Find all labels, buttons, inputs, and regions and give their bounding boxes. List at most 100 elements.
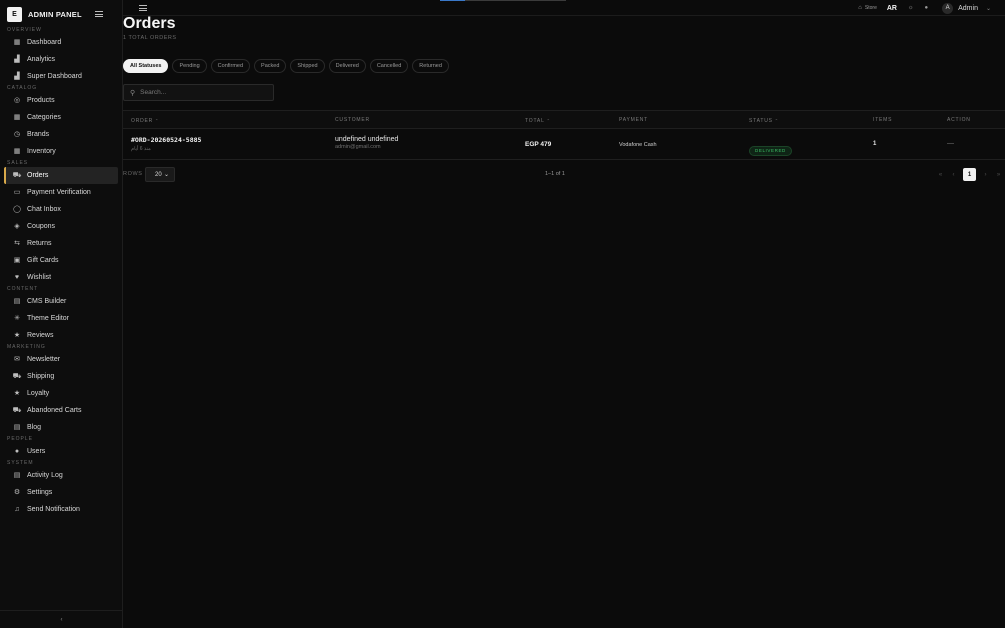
filter-chip-shipped[interactable]: Shipped <box>290 59 325 73</box>
row-action-button[interactable]: — <box>947 140 954 147</box>
column-header-order[interactable]: ORDER ⌃ <box>131 111 159 130</box>
gift-icon: ▣ <box>13 257 21 264</box>
filter-chip-delivered[interactable]: Delivered <box>328 59 366 73</box>
sort-icon: ⌃ <box>153 118 160 123</box>
bell-icon: ♫ <box>14 506 20 513</box>
sidebar-item-users[interactable]: ● Users <box>4 443 118 460</box>
sidebar: E ADMIN PANEL OVERVIEW ▦ Dashboard ▟ Analyti… <box>0 0 123 628</box>
column-header-status[interactable]: STATUS ⌃ <box>749 111 779 130</box>
next-page-icon[interactable]: › <box>979 172 992 178</box>
last-page-icon[interactable]: » <box>992 172 1005 178</box>
sidebar-item-loyalty[interactable]: ★ Loyalty <box>4 385 118 402</box>
sidebar-item-dashboard[interactable]: ▦ Dashboard <box>4 34 118 51</box>
filter-chip-confirmed[interactable]: Confirmed <box>210 59 251 73</box>
sidebar-item-blog[interactable]: ▤ Blog <box>4 419 118 436</box>
sidebar-item-payment-verification[interactable]: ▭ Payment Verification <box>4 184 118 201</box>
sidebar-item-label: Super Dashboard <box>27 73 82 80</box>
filter-chip-packed[interactable]: Packed <box>254 59 287 73</box>
sidebar-item-coupons[interactable]: ◈ Coupons <box>4 218 118 235</box>
sidebar-item-theme-editor[interactable]: ✳ Theme Editor <box>4 310 118 327</box>
sidebar-item-orders[interactable]: ⛟ Orders <box>4 167 118 184</box>
order-id[interactable]: #ORD-20260524-5885 <box>131 136 201 144</box>
column-header-items: ITEMS <box>873 111 892 130</box>
language-toggle[interactable]: AR <box>887 5 897 12</box>
sidebar-item-label: Categories <box>27 114 61 121</box>
sidebar-item-super-dashboard[interactable]: ▟ Super Dashboard <box>4 68 118 85</box>
sidebar-item-send-notification[interactable]: ♫ Send Notification <box>4 501 118 518</box>
sidebar-item-activity-log[interactable]: ▤ Activity Log <box>4 467 118 484</box>
sidebar-item-returns[interactable]: ⇆ Returns <box>4 235 118 252</box>
items-count: 1 <box>873 141 877 147</box>
column-header-label: ORDER <box>131 118 154 124</box>
search-input[interactable] <box>140 89 271 96</box>
main-content: ⌂ Store AR ☼ ● A Admin ⌄ Orders 1 TOTAL … <box>123 0 1005 628</box>
sidebar-item-categories[interactable]: ▦ Categories <box>4 109 118 126</box>
heart-icon: ♥ <box>14 274 20 281</box>
avatar: A <box>942 2 954 14</box>
sidebar-item-cms-builder[interactable]: ▤ CMS Builder <box>4 293 118 310</box>
hamburger-menu-icon[interactable] <box>94 11 103 17</box>
sidebar-item-label: Coupons <box>27 223 56 230</box>
sidebar-item-products[interactable]: ◎ Products <box>4 92 118 109</box>
home-icon: ⌂ <box>858 5 862 11</box>
sidebar-item-chat-inbox[interactable]: ◯ Chat Inbox <box>4 201 118 218</box>
sidebar-item-inventory[interactable]: ▦ Inventory <box>4 143 118 160</box>
sidebar-item-newsletter[interactable]: ✉ Newsletter <box>4 351 118 368</box>
filter-chip-all-statuses[interactable]: All Statuses <box>123 59 169 73</box>
filter-chip-cancelled[interactable]: Cancelled <box>369 59 409 73</box>
user-menu[interactable]: A Admin ⌄ <box>942 2 991 14</box>
sidebar-item-label: Users <box>27 448 46 455</box>
sidebar-item-label: Activity Log <box>27 472 63 479</box>
topbar: ⌂ Store AR ☼ ● A Admin ⌄ <box>123 0 1005 16</box>
customer-email: admin@gmail.com <box>335 144 381 150</box>
sidebar-item-settings[interactable]: ⚙ Settings <box>4 484 118 501</box>
sidebar-item-label: Reviews <box>27 332 54 339</box>
column-header-label: ACTION <box>947 117 971 123</box>
truck-icon: ⛟ <box>12 373 22 380</box>
page-number-button[interactable]: 1 <box>963 168 976 181</box>
sidebar-item-shipping[interactable]: ⛟ Shipping <box>4 368 118 385</box>
user-name: Admin <box>958 4 978 12</box>
sidebar-item-label: Shipping <box>27 373 55 380</box>
page-nav: « ‹ 1 › » <box>934 168 1005 181</box>
collapse-sidebar-button[interactable]: ‹ <box>0 610 123 628</box>
filter-chip-pending[interactable]: Pending <box>172 59 207 73</box>
sidebar-item-brands[interactable]: ◷ Brands <box>4 126 118 143</box>
rows-value: 20 <box>155 171 162 178</box>
prev-page-icon[interactable]: ‹ <box>947 172 960 178</box>
sidebar-item-label: Chat Inbox <box>27 206 61 213</box>
sidebar-item-label: Settings <box>27 489 53 496</box>
document-icon: ▤ <box>13 424 21 431</box>
column-header-total[interactable]: TOTAL ⌃ <box>525 111 551 130</box>
table-row[interactable]: #ORD-20260524-5885 منذ 6 أيام undefined un… <box>123 129 1005 160</box>
search-box: ⚲ <box>123 84 274 101</box>
bell-icon[interactable]: ● <box>925 5 929 11</box>
sidebar-section-label: MARKETING <box>7 344 46 350</box>
filter-chip-returned[interactable]: Returned <box>412 59 449 73</box>
column-header-label: ITEMS <box>873 117 893 123</box>
progress-fill <box>440 0 466 1</box>
chevron-down-icon: ⌄ <box>163 172 169 178</box>
first-page-icon[interactable]: « <box>934 172 947 178</box>
sort-icon: ⌃ <box>544 118 551 123</box>
menu-icon[interactable] <box>139 5 147 11</box>
sidebar-section-label: OVERVIEW <box>7 27 42 33</box>
order-date: منذ 6 أيام <box>131 146 151 152</box>
brand: E ADMIN PANEL <box>0 1 122 27</box>
sidebar-item-analytics[interactable]: ▟ Analytics <box>4 51 118 68</box>
pagination: ROWS 20 ⌄ 1–1 of 1 « ‹ 1 › » <box>123 167 1005 182</box>
store-label: Store <box>864 5 877 11</box>
cart-icon: ⛟ <box>12 172 22 179</box>
grid-icon: ▦ <box>13 148 21 155</box>
sun-icon[interactable]: ☼ <box>908 5 914 11</box>
store-link[interactable]: ⌂ Store <box>858 5 877 11</box>
column-header-label: CUSTOMER <box>335 117 370 123</box>
order-cell: #ORD-20260524-5885 منذ 6 أيام <box>131 136 201 152</box>
rows-per-page-select[interactable]: 20 ⌄ <box>145 167 175 182</box>
column-header-label: TOTAL <box>525 118 545 124</box>
sidebar-item-wishlist[interactable]: ♥ Wishlist <box>4 269 118 286</box>
sidebar-item-gift-cards[interactable]: ▣ Gift Cards <box>4 252 118 269</box>
sidebar-item-reviews[interactable]: ★ Reviews <box>4 327 118 344</box>
sidebar-item-abandoned-carts[interactable]: ⛟ Abandoned Carts <box>4 402 118 419</box>
mail-icon: ✉ <box>14 356 20 363</box>
